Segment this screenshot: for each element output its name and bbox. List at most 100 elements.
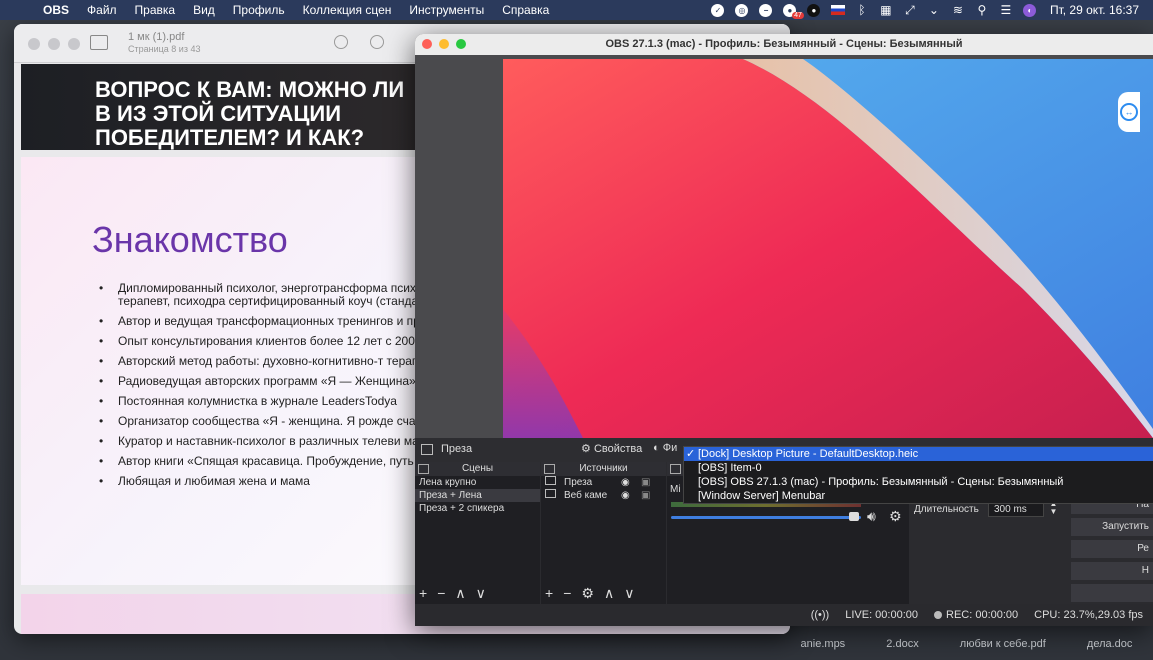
menu-file[interactable]: Файл xyxy=(78,3,126,17)
app-menu[interactable]: OBS xyxy=(34,3,78,17)
sources-dock: Источники Преза ◉ ▣ Веб каме ◉ ▣ + − ⚙ ∧… xyxy=(541,462,666,604)
desktop-file[interactable]: любви к себе.pdf xyxy=(960,638,1046,656)
wifi-icon[interactable]: ≋ xyxy=(946,0,970,20)
visibility-eye-icon[interactable]: ◉ xyxy=(621,489,630,502)
desktop-file[interactable]: anie.mps xyxy=(801,638,846,656)
obs-titlebar: OBS 27.1.3 (mac) - Профиль: Безымянный -… xyxy=(415,34,1153,55)
cpu-fps-readout: CPU: 23.7%,29.03 fps xyxy=(1034,609,1143,621)
scenes-toolbar: + − ∧ ∨ xyxy=(415,582,540,604)
remove-scene-button[interactable]: − xyxy=(437,585,445,601)
menubar-clock[interactable]: Пт, 29 окт. 16:37 xyxy=(1042,3,1153,17)
scenes-dock: Сцены Лена крупно Преза + Лена Преза + 2… xyxy=(415,462,540,604)
lock-icon[interactable]: ▣ xyxy=(641,476,650,489)
gear-icon: ⚙ xyxy=(581,443,591,455)
dock-float-icon[interactable] xyxy=(670,464,681,474)
messenger-icon[interactable]: ● 47 xyxy=(778,0,804,20)
zoom-button[interactable] xyxy=(456,39,466,49)
duration-label: Длительность xyxy=(914,504,979,515)
dropdown-option[interactable]: [Window Server] Menubar xyxy=(684,489,1153,503)
dropdown-option[interactable]: [OBS] OBS 27.1.3 (mac) - Профиль: Безымя… xyxy=(684,475,1153,489)
minimize-button[interactable] xyxy=(48,38,60,50)
settings-button[interactable]: Н xyxy=(1071,562,1153,580)
start-recording-button[interactable]: Запустить xyxy=(1071,518,1153,536)
bluetooth-icon[interactable]: ᛒ xyxy=(850,0,874,20)
filter-icon: ◐ xyxy=(653,442,660,454)
obs-window: OBS 27.1.3 (mac) - Профиль: Безымянный -… xyxy=(415,34,1153,626)
desktop-file[interactable]: 2.docx xyxy=(886,638,918,656)
properties-button[interactable]: ⚙ Свойства xyxy=(581,442,642,455)
dropdown-option-selected[interactable]: ✓ [Dock] Desktop Picture - DefaultDesktop… xyxy=(684,447,1153,461)
menubar: OBS Файл Правка Вид Профиль Коллекция сц… xyxy=(0,0,1153,20)
desktop-file-row: anie.mps 2.docx любви к себе.pdf дела.do… xyxy=(780,638,1153,656)
control-center-icon[interactable]: ☰ xyxy=(994,0,1018,20)
recording-icon[interactable]: ◎ xyxy=(730,0,754,20)
siri-icon[interactable]: ◐ xyxy=(1018,0,1042,20)
menu-tools[interactable]: Инструменты xyxy=(400,3,493,17)
preview-area[interactable] xyxy=(415,55,1153,438)
dropdown-option[interactable]: [OBS] Item-0 xyxy=(684,461,1153,475)
live-timer: LIVE: 00:00:00 xyxy=(845,609,918,621)
move-down-button[interactable]: ∨ xyxy=(476,585,486,602)
teamviewer-side-tab[interactable]: ↔ xyxy=(1118,92,1140,132)
search-icon[interactable]: ⚲ xyxy=(970,0,994,20)
scenes-header: Сцены xyxy=(415,462,540,476)
studio-mode-button[interactable]: Ре xyxy=(1071,540,1153,558)
rec-indicator-icon xyxy=(934,611,942,620)
display-capture-icon xyxy=(545,476,556,485)
gear-icon[interactable]: ⚙ xyxy=(889,508,902,525)
zoom-in-icon[interactable] xyxy=(370,35,384,49)
zoom-button[interactable] xyxy=(68,38,80,50)
preview-canvas[interactable] xyxy=(503,59,1153,438)
window-source-dropdown[interactable]: ✓ [Dock] Desktop Picture - DefaultDesktop… xyxy=(683,446,1153,504)
close-button[interactable] xyxy=(28,38,40,50)
close-button[interactable] xyxy=(422,39,432,49)
move-down-button[interactable]: ∨ xyxy=(624,585,634,602)
dock-float-icon[interactable] xyxy=(418,464,429,474)
input-language-icon[interactable] xyxy=(826,0,850,20)
dark-circle-icon[interactable]: ● xyxy=(802,0,826,20)
window-controls xyxy=(28,38,80,50)
desktop-wallpaper-image xyxy=(503,59,1153,438)
scene-item[interactable]: Преза + 2 спикера xyxy=(415,502,540,515)
source-properties-gear-icon[interactable]: ⚙ xyxy=(581,585,594,602)
notification-badge: 47 xyxy=(792,12,804,19)
fullscreen-icon[interactable]: ⤢ xyxy=(898,0,922,20)
check-status-icon[interactable]: ✓ xyxy=(706,0,730,20)
menu-profile[interactable]: Профиль xyxy=(224,3,294,17)
volume-slider-handle[interactable] xyxy=(849,512,859,521)
move-up-button[interactable]: ∧ xyxy=(604,585,614,602)
menu-help[interactable]: Справка xyxy=(493,3,558,17)
page-indicator: Страница 8 из 43 xyxy=(128,44,201,54)
teamviewer-icon: ↔ xyxy=(1120,103,1138,121)
minus-circle-icon[interactable]: − xyxy=(754,0,778,20)
source-item[interactable]: Веб каме ◉ ▣ xyxy=(541,489,666,502)
menu-view[interactable]: Вид xyxy=(184,3,224,17)
current-source-name: Преза xyxy=(441,443,473,455)
volume-slider[interactable] xyxy=(671,516,861,519)
remove-source-button[interactable]: − xyxy=(563,585,571,601)
stream-status-icon: ((•)) xyxy=(810,609,830,621)
exit-button[interactable] xyxy=(1071,584,1153,602)
chevron-down-icon[interactable]: ⌄ xyxy=(922,0,946,20)
dock-float-icon[interactable] xyxy=(544,464,555,474)
source-item[interactable]: Преза ◉ ▣ xyxy=(541,476,666,489)
lock-icon[interactable]: ▣ xyxy=(641,489,650,502)
menu-edit[interactable]: Правка xyxy=(126,3,185,17)
sidebar-toggle-icon[interactable] xyxy=(90,35,108,50)
add-scene-button[interactable]: + xyxy=(419,585,427,601)
filters-button[interactable]: ◐ Фи xyxy=(653,442,677,454)
obs-window-title: OBS 27.1.3 (mac) - Профиль: Безымянный -… xyxy=(605,38,963,50)
speaker-icon[interactable]: 🔊︎ xyxy=(867,508,876,525)
visibility-eye-icon[interactable]: ◉ xyxy=(621,476,630,489)
minimize-button[interactable] xyxy=(439,39,449,49)
desktop-file[interactable]: дела.doc xyxy=(1087,638,1133,656)
scene-item[interactable]: Лена крупно xyxy=(415,476,540,489)
scene-item-selected[interactable]: Преза + Лена xyxy=(415,489,540,502)
zoom-out-icon[interactable] xyxy=(334,35,348,49)
menu-scene-collection[interactable]: Коллекция сцен xyxy=(294,3,401,17)
add-source-button[interactable]: + xyxy=(545,585,553,601)
move-up-button[interactable]: ∧ xyxy=(455,585,465,602)
sources-header: Источники xyxy=(541,462,666,476)
window-controls xyxy=(422,39,466,49)
grid-icon[interactable]: ▦ xyxy=(874,0,898,20)
